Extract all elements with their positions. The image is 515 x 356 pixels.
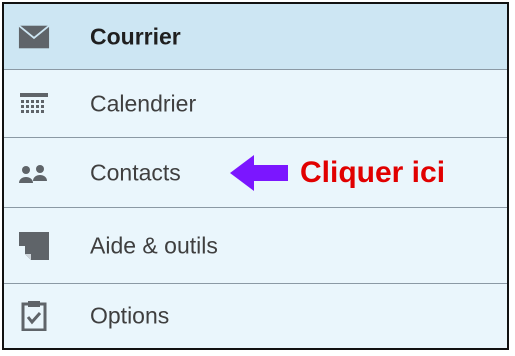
nav-item-label: Calendrier: [90, 90, 197, 116]
contacts-icon: [18, 157, 50, 189]
mail-icon: [18, 21, 50, 53]
nav-item-aide-outils[interactable]: Aide & outils: [4, 208, 507, 284]
nav-item-calendrier[interactable]: Calendrier: [4, 70, 507, 138]
annotation-text: Cliquer ici: [300, 155, 446, 189]
navigation-menu: Courrier Calendrier Contacts Cliquer ici…: [2, 2, 509, 350]
calendar-icon: [18, 88, 50, 120]
nav-item-label: Courrier: [90, 23, 181, 49]
nav-item-label: Contacts: [90, 159, 181, 185]
nav-item-contacts[interactable]: Contacts Cliquer ici: [4, 138, 507, 208]
options-icon: [18, 300, 50, 332]
nav-item-options[interactable]: Options: [4, 284, 507, 348]
help-tools-icon: [18, 230, 50, 262]
annotation-callout: Cliquer ici: [230, 153, 445, 193]
purple-arrow-icon: [230, 154, 288, 191]
nav-item-label: Aide & outils: [90, 232, 218, 258]
nav-item-label: Options: [90, 302, 170, 329]
nav-item-courrier[interactable]: Courrier: [4, 4, 507, 70]
